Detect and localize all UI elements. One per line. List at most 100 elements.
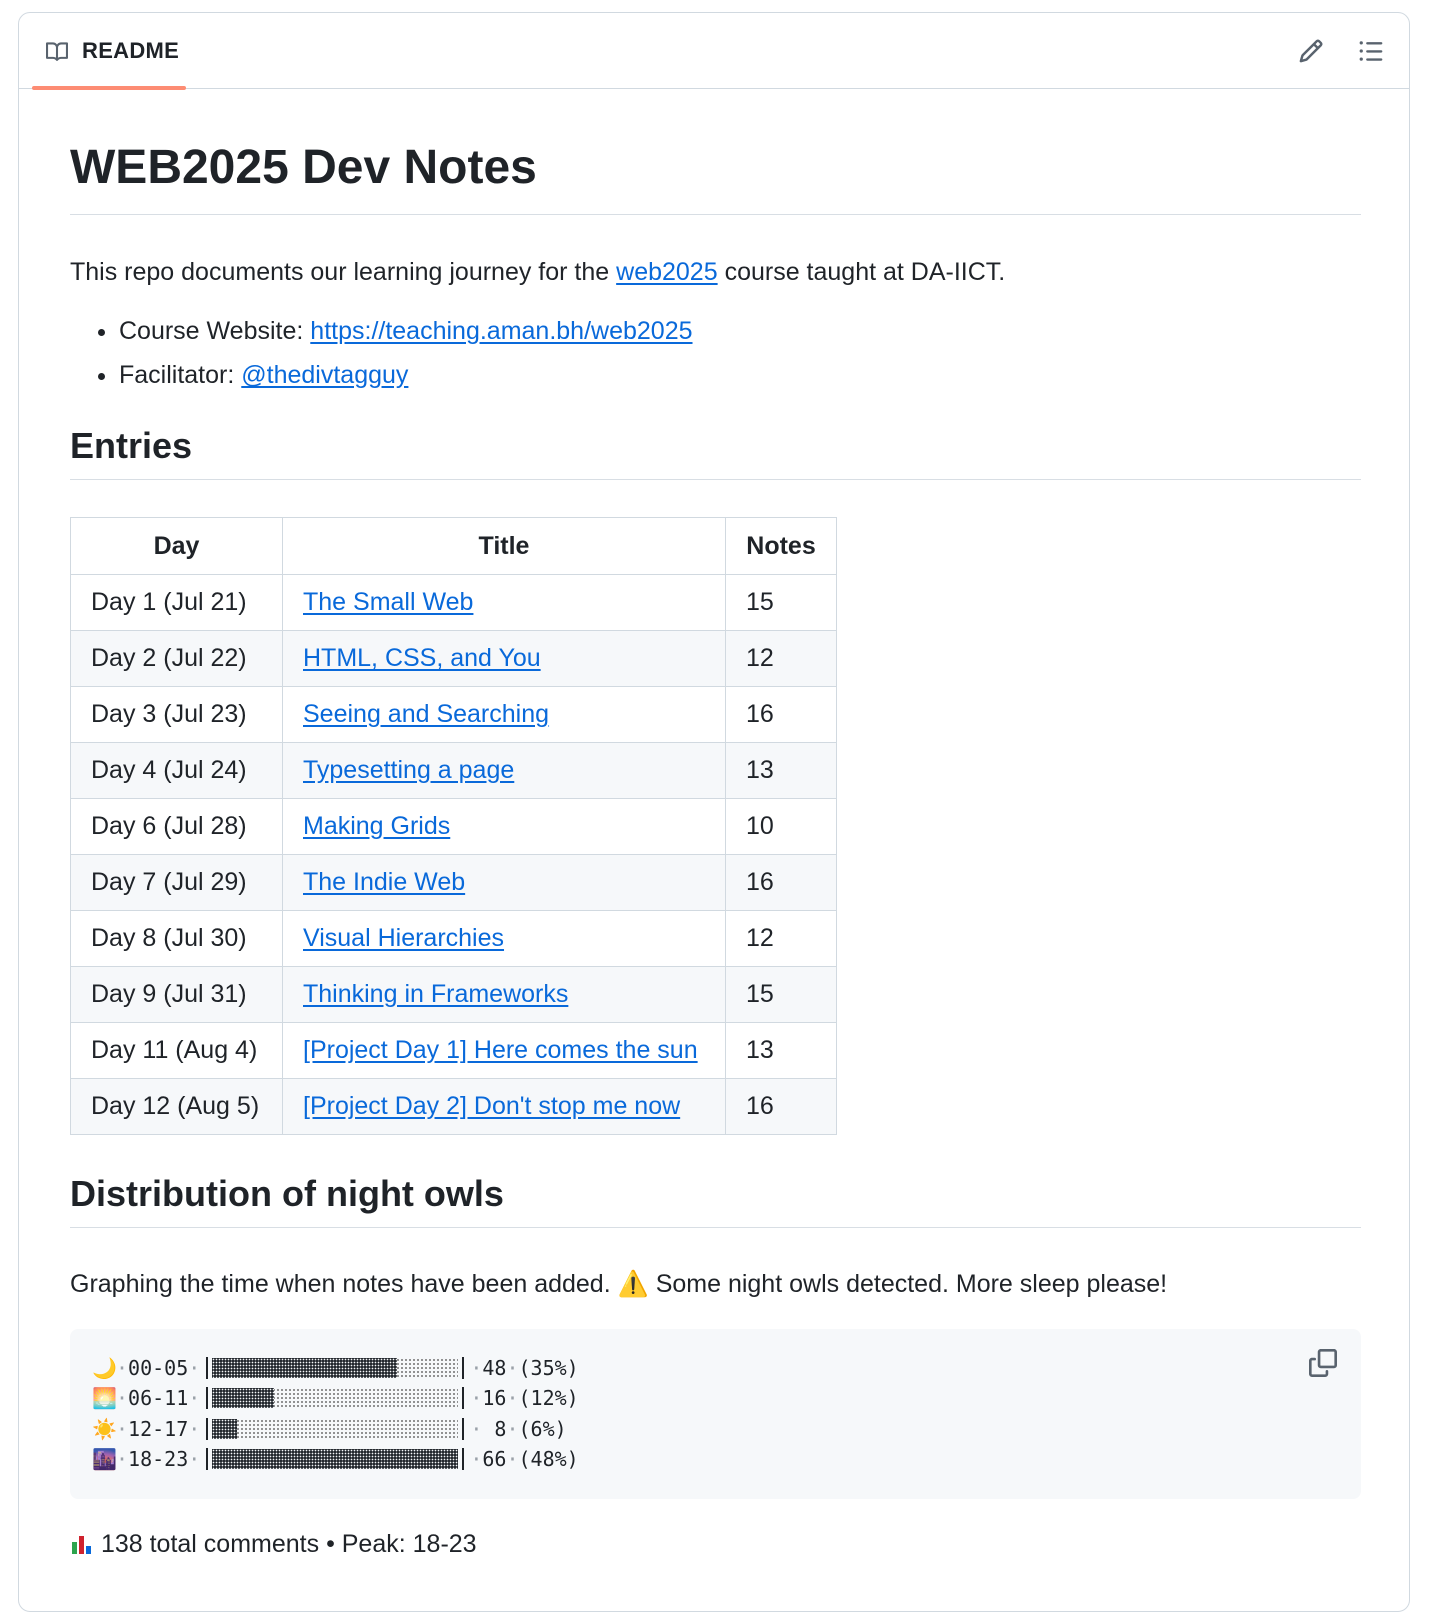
notes-count-cell: 13 [725, 742, 837, 799]
distribution-row: ☀️·12-17· · 8·(6%) [92, 1414, 567, 1444]
copy-button[interactable] [1307, 1347, 1339, 1379]
comment-count: 48 [482, 1356, 507, 1380]
warning-icon: ⚠️ [617, 1270, 649, 1298]
entries-heading: Entries [70, 425, 193, 466]
notes-count-cell: 16 [725, 1078, 837, 1135]
list-item: Course Website: https://teaching.aman.bh… [119, 315, 693, 347]
night-owls-heading: Distribution of night owls [70, 1173, 504, 1214]
course-website-link[interactable]: https://teaching.aman.bh/web2025 [310, 317, 692, 345]
entries-divider [70, 479, 1361, 480]
title-cell: [Project Day 2] Don't stop me now [282, 1078, 726, 1135]
website-label: Course Website: [119, 317, 311, 345]
entry-title-link[interactable]: Typesetting a page [303, 756, 514, 784]
entry-title-link[interactable]: Making Grids [303, 812, 450, 840]
time-range: 12-17 [128, 1417, 189, 1441]
time-range: 18-23 [128, 1447, 189, 1471]
space-dot: · [188, 1447, 201, 1471]
bar-fill [212, 1449, 459, 1469]
comment-count: 66 [482, 1447, 507, 1471]
space-dot: · [470, 1356, 483, 1380]
intro-paragraph: This repo documents our learning journey… [70, 256, 1005, 288]
time-range: 06-11 [128, 1386, 189, 1410]
web2025-link[interactable]: web2025 [616, 258, 717, 286]
day-cell: Day 4 (Jul 24) [70, 742, 283, 799]
distribution-code-block[interactable]: 🌙·00-05· ·48·(35%) 🌅·06-11· ·16·(12%) ☀️·12-… [70, 1329, 1361, 1499]
bar-chart-icon [70, 1533, 94, 1555]
edit-button[interactable] [1295, 35, 1327, 67]
column-header-title: Title [282, 517, 726, 575]
readme-tab[interactable]: README [32, 13, 186, 90]
bar-fill [212, 1419, 237, 1439]
description-text: Graphing the time when notes have been a… [70, 1270, 618, 1298]
time-of-day-icon: ☀️ [92, 1417, 117, 1441]
day-cell: Day 6 (Jul 28) [70, 798, 283, 855]
book-icon [46, 42, 69, 61]
active-tab-underline [32, 86, 186, 90]
comment-percent: (48%) [518, 1447, 579, 1471]
outline-button[interactable] [1355, 35, 1387, 67]
notes-count-cell: 16 [725, 854, 837, 911]
space-dot: · [116, 1386, 129, 1410]
table-row: Day 8 (Jul 30) Visual Hierarchies 12 [70, 910, 837, 967]
space-dot: · [116, 1356, 129, 1380]
entry-title-link[interactable]: The Small Web [303, 588, 473, 616]
page-title: WEB2025 Dev Notes [70, 141, 537, 194]
night-owls-description: Graphing the time when notes have been a… [70, 1268, 1167, 1300]
entry-title-link[interactable]: Visual Hierarchies [303, 924, 504, 952]
entry-title-link[interactable]: The Indie Web [303, 868, 465, 896]
table-row: Day 9 (Jul 31) Thinking in Frameworks 15 [70, 966, 837, 1023]
title-cell: Typesetting a page [282, 742, 726, 799]
notes-count-cell: 15 [725, 574, 837, 631]
comment-count: 16 [482, 1386, 507, 1410]
space-dot: · [116, 1447, 129, 1471]
space-dot: · [470, 1447, 483, 1471]
day-cell: Day 11 (Aug 4) [70, 1022, 283, 1079]
distribution-bar [206, 1357, 465, 1379]
facilitator-link[interactable]: @thedivtagguy [241, 361, 408, 389]
title-cell: The Indie Web [282, 854, 726, 911]
column-header-notes: Notes [725, 517, 837, 575]
readme-header: README [19, 13, 1409, 90]
column-header-day: Day [70, 517, 283, 575]
title-cell: [Project Day 1] Here comes the sun [282, 1022, 726, 1079]
day-cell: Day 3 (Jul 23) [70, 686, 283, 743]
space-dot: · [470, 1386, 483, 1410]
distribution-row: 🌅·06-11· ·16·(12%) [92, 1383, 579, 1413]
summary-text: 138 total comments • Peak: 18-23 [100, 1530, 477, 1558]
space-dot: · [116, 1417, 129, 1441]
time-of-day-icon: 🌙 [92, 1356, 117, 1380]
intro-text: This repo documents our learning journey… [70, 258, 617, 286]
bar-fill [212, 1388, 274, 1408]
table-row: Day 4 (Jul 24) Typesetting a page 13 [70, 742, 837, 799]
entry-title-link[interactable]: [Project Day 1] Here comes the sun [303, 1036, 698, 1064]
distribution-bar [206, 1387, 465, 1409]
title-cell: The Small Web [282, 574, 726, 631]
day-cell: Day 9 (Jul 31) [70, 966, 283, 1023]
notes-count-cell: 16 [725, 686, 837, 743]
table-row: Day 6 (Jul 28) Making Grids 10 [70, 798, 837, 855]
copy-icon [1309, 1349, 1337, 1377]
space-dot: · [188, 1417, 201, 1441]
table-row: Day 7 (Jul 29) The Indie Web 16 [70, 854, 837, 911]
entry-title-link[interactable]: Thinking in Frameworks [303, 980, 568, 1008]
table-row: Day 3 (Jul 23) Seeing and Searching 16 [70, 686, 837, 743]
title-cell: Visual Hierarchies [282, 910, 726, 967]
time-range: 00-05 [128, 1356, 189, 1380]
space-dot: · [506, 1447, 519, 1471]
intro-text-end: course taught at DA-IICT. [717, 258, 1006, 286]
bar-fill [212, 1358, 397, 1378]
list-item: Facilitator: @thedivtagguy [119, 359, 693, 391]
notes-count-cell: 13 [725, 1022, 837, 1079]
entry-title-link[interactable]: Seeing and Searching [303, 700, 549, 728]
summary-line: 138 total comments • Peak: 18-23 [70, 1528, 477, 1560]
time-of-day-icon: 🌆 [92, 1447, 117, 1471]
table-row: Day 2 (Jul 22) HTML, CSS, and You 12 [70, 630, 837, 687]
day-cell: Day 8 (Jul 30) [70, 910, 283, 967]
course-info-list: Course Website: https://teaching.aman.bh… [70, 315, 693, 403]
title-cell: Seeing and Searching [282, 686, 726, 743]
notes-count-cell: 15 [725, 966, 837, 1023]
table-row: Day 11 (Aug 4) [Project Day 1] Here comes… [70, 1022, 837, 1079]
entry-title-link[interactable]: [Project Day 2] Don't stop me now [303, 1092, 680, 1120]
space-dot: · [506, 1356, 519, 1380]
entry-title-link[interactable]: HTML, CSS, and You [303, 644, 541, 672]
